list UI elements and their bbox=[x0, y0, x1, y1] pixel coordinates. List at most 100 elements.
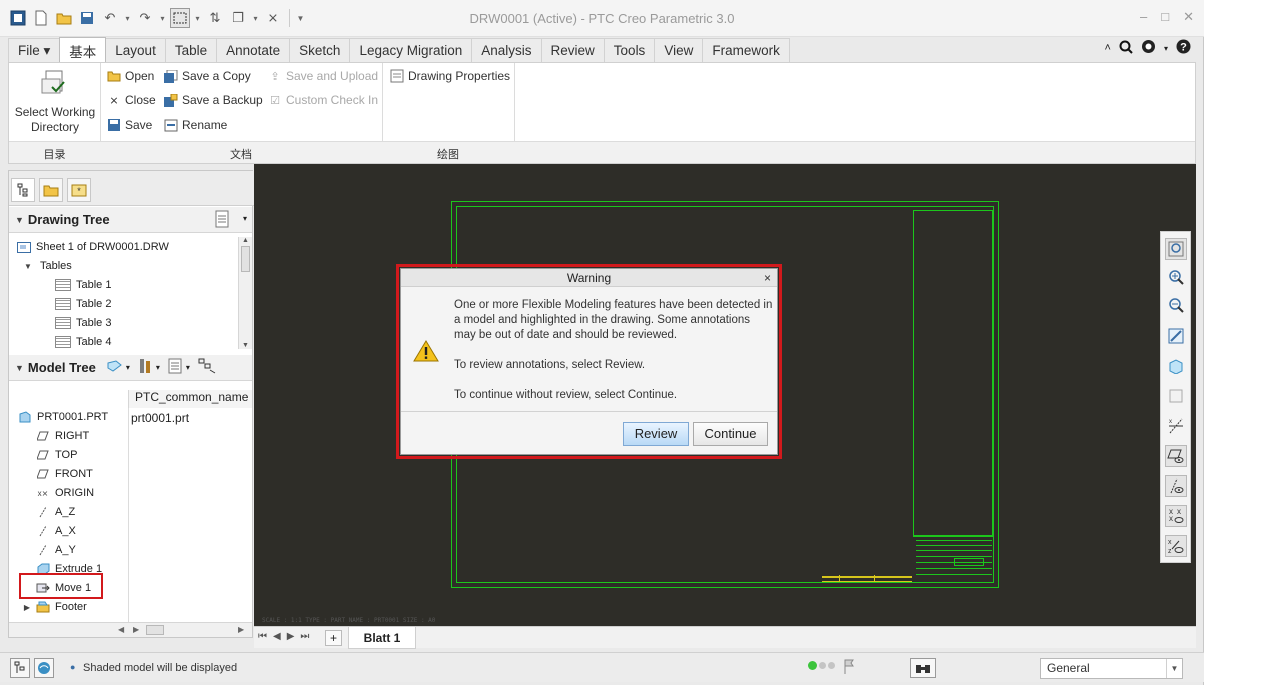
tree-item-axis[interactable]: A_X bbox=[36, 525, 76, 537]
tree-item-axis[interactable]: A_Y bbox=[36, 544, 76, 556]
axis-label: A_X bbox=[55, 525, 76, 537]
settings-dropdown-icon[interactable]: ▾ bbox=[186, 363, 190, 372]
tree-item-table[interactable]: Table 4 bbox=[55, 336, 111, 348]
selection-filter-select[interactable]: General ▼ bbox=[1040, 658, 1183, 679]
search-icon[interactable] bbox=[1119, 40, 1133, 57]
point-display-icon[interactable]: xxx bbox=[1165, 505, 1187, 527]
tree-item-axis[interactable]: A_Z bbox=[36, 506, 75, 518]
chevron-down-icon[interactable]: ▼ bbox=[1166, 659, 1182, 678]
tab-file[interactable]: File ▾ bbox=[8, 38, 61, 62]
repaint-icon[interactable] bbox=[1165, 325, 1187, 347]
scroll-right-icon[interactable]: ▶ bbox=[133, 625, 139, 634]
minimize-ribbon-icon[interactable]: ˄ bbox=[1105, 42, 1111, 54]
scroll-down-icon[interactable]: ▼ bbox=[239, 342, 252, 349]
csys-display-icon[interactable]: xz bbox=[1165, 535, 1187, 557]
dialog-close-icon[interactable]: × bbox=[764, 269, 771, 287]
continue-button[interactable]: Continue bbox=[693, 422, 768, 446]
tab-basic[interactable]: 基本 bbox=[59, 37, 107, 63]
expand-arrow-icon[interactable]: ▶ bbox=[23, 601, 31, 613]
tab-table[interactable]: Table bbox=[164, 38, 218, 62]
table-icon bbox=[55, 317, 71, 329]
tab-review[interactable]: Review bbox=[540, 38, 605, 62]
show-icon[interactable] bbox=[106, 359, 122, 376]
tab-sketch[interactable]: Sketch bbox=[289, 38, 351, 62]
zoom-in-icon[interactable] bbox=[1165, 266, 1187, 288]
tab-layout[interactable]: Layout bbox=[105, 38, 166, 62]
toggle-navigator-icon[interactable] bbox=[10, 658, 30, 678]
tab-framework[interactable]: Framework bbox=[702, 38, 790, 62]
tree-item-table[interactable]: Table 1 bbox=[55, 279, 111, 291]
custom-check-in-button[interactable]: ☑ Custom Check In bbox=[268, 93, 378, 107]
plane-display-icon[interactable] bbox=[1165, 445, 1187, 467]
title-block-line bbox=[916, 545, 992, 546]
axis-display-icon[interactable] bbox=[1165, 475, 1187, 497]
save-a-copy-button[interactable]: Save a Copy bbox=[164, 69, 251, 83]
scroll-up-icon[interactable]: ▲ bbox=[239, 237, 252, 244]
add-sheet-button[interactable]: + bbox=[325, 630, 342, 646]
tree-item-table[interactable]: Table 3 bbox=[55, 317, 111, 329]
maximize-icon[interactable]: □ bbox=[1161, 9, 1169, 25]
scroll-right-icon[interactable]: ▶ bbox=[238, 625, 244, 634]
tools-dropdown-icon[interactable]: ▾ bbox=[156, 363, 160, 372]
save-button[interactable]: Save bbox=[107, 118, 152, 132]
tree-item-table[interactable]: Table 2 bbox=[55, 298, 111, 310]
tree-item-top-plane[interactable]: TOP bbox=[36, 449, 77, 461]
rename-button[interactable]: Rename bbox=[164, 118, 227, 132]
show-dropdown-icon[interactable]: ▾ bbox=[126, 363, 130, 372]
tree-item-root-part[interactable]: PRT0001.PRT bbox=[18, 411, 108, 423]
tree-settings-icon[interactable] bbox=[214, 210, 230, 231]
column-header-ptc-common-name[interactable]: PTC_common_name bbox=[128, 390, 252, 408]
toggle-browser-icon[interactable] bbox=[34, 658, 54, 678]
filter-icon[interactable] bbox=[198, 358, 216, 377]
tree-item-front-plane[interactable]: FRONT bbox=[36, 468, 93, 480]
tree-settings-dropdown-icon[interactable]: ▾ bbox=[243, 214, 247, 223]
tree-item-origin[interactable]: x⨯ ORIGIN bbox=[36, 487, 94, 499]
find-icon[interactable] bbox=[910, 658, 936, 678]
collapse-icon[interactable]: ▼ bbox=[15, 363, 24, 373]
tab-tools[interactable]: Tools bbox=[603, 38, 656, 62]
close-icon[interactable]: ✕ bbox=[1183, 9, 1194, 25]
review-button[interactable]: Review bbox=[623, 422, 689, 446]
model-tree-horizontal-scrollbar[interactable]: ◀ ▶ ▶ bbox=[9, 622, 252, 637]
zoom-out-icon[interactable] bbox=[1165, 294, 1187, 316]
datum-plane-label: TOP bbox=[55, 449, 78, 461]
tab-favorites-icon[interactable]: * bbox=[67, 178, 91, 202]
display-style-icon[interactable] bbox=[1165, 355, 1187, 377]
save-and-upload-button[interactable]: ⇪ Save and Upload bbox=[268, 69, 378, 83]
tree-item-footer[interactable]: ▶ Footer bbox=[23, 601, 87, 613]
tab-legacy-migration[interactable]: Legacy Migration bbox=[349, 38, 473, 62]
close-button[interactable]: ⨯ Close bbox=[107, 93, 155, 107]
tab-tree-icon[interactable] bbox=[11, 178, 35, 202]
sheet-tab[interactable]: Blatt 1 bbox=[348, 627, 416, 649]
select-working-directory-button[interactable]: Select Working Directory bbox=[13, 69, 97, 135]
flag-icon[interactable] bbox=[843, 659, 855, 678]
tree-item-tables[interactable]: ▼ Tables bbox=[21, 260, 72, 272]
refit-icon[interactable] bbox=[1165, 238, 1187, 260]
minimize-icon[interactable]: – bbox=[1140, 9, 1147, 25]
expand-arrow-icon[interactable]: ▼ bbox=[21, 260, 35, 272]
root-part-value: prt0001.prt bbox=[131, 411, 190, 425]
drawing-properties-button[interactable]: Drawing Properties bbox=[390, 69, 510, 83]
drawing-tree-scrollbar[interactable]: ▲ ▼ bbox=[238, 237, 252, 349]
tree-item-sheet[interactable]: Sheet 1 of DRW0001.DRW bbox=[17, 241, 169, 253]
collapse-icon[interactable]: ▼ bbox=[15, 215, 24, 225]
scroll-left-icon[interactable]: ◀ bbox=[118, 625, 124, 634]
save-a-backup-button[interactable]: Save a Backup bbox=[164, 93, 263, 107]
tree-item-right-plane[interactable]: RIGHT bbox=[36, 430, 89, 442]
community-icon[interactable] bbox=[1141, 39, 1156, 57]
tab-annotate[interactable]: Annotate bbox=[216, 38, 291, 62]
datum-display-icon[interactable]: x bbox=[1165, 415, 1187, 437]
tab-analysis[interactable]: Analysis bbox=[471, 38, 542, 62]
tab-folder-browser-icon[interactable] bbox=[39, 178, 63, 202]
help-icon[interactable]: ? bbox=[1176, 39, 1191, 57]
tab-view[interactable]: View bbox=[654, 38, 704, 62]
title-block-line bbox=[916, 568, 992, 569]
saved-views-icon[interactable] bbox=[1165, 385, 1187, 407]
scroll-thumb[interactable] bbox=[146, 625, 164, 635]
community-dropdown-icon[interactable]: ▾ bbox=[1164, 44, 1168, 53]
tree-settings-icon[interactable] bbox=[168, 358, 182, 377]
sheet-navigation[interactable]: ⏮◀▶⏭ bbox=[258, 631, 315, 642]
open-button[interactable]: Open bbox=[107, 69, 154, 83]
tools-icon[interactable] bbox=[138, 357, 152, 378]
scroll-thumb[interactable] bbox=[241, 246, 250, 272]
